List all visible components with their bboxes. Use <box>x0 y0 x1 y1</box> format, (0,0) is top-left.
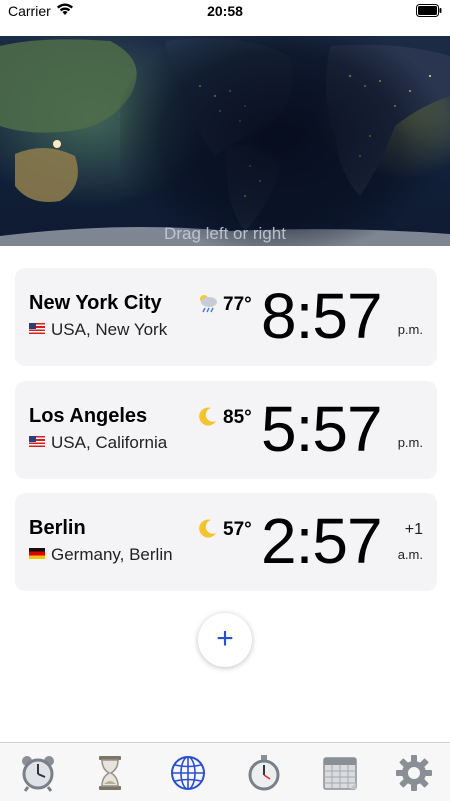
city-time: 2:57 <box>261 505 383 577</box>
city-time: 5:57 <box>261 393 383 465</box>
city-name: New York City <box>29 292 162 314</box>
am-pm-label: a.m. <box>397 547 423 562</box>
us-flag-icon <box>29 323 45 334</box>
city-region: USA, California <box>29 433 167 453</box>
globe-icon <box>171 756 205 790</box>
calendar-icon <box>323 757 357 790</box>
day-offset: +1 <box>404 521 423 538</box>
hourglass-icon <box>99 756 121 790</box>
city-region: USA, New York <box>29 320 167 340</box>
city-card-los-angeles[interactable]: Los Angeles USA, California 85° 5:57 p.m… <box>15 381 437 479</box>
settings-gear-icon <box>396 755 432 791</box>
cloud-rain-sun-icon <box>197 292 219 314</box>
region-label: Germany, Berlin <box>51 545 173 564</box>
battery-icon <box>416 4 442 20</box>
moon-icon <box>197 405 219 427</box>
tab-world-clock[interactable] <box>168 753 208 793</box>
add-city-button[interactable]: + <box>198 613 252 667</box>
city-card-berlin[interactable]: Berlin Germany, Berlin 57° 2:57 +1 a.m. <box>15 493 437 591</box>
city-time: 8:57 <box>261 280 383 352</box>
de-flag-icon <box>29 548 45 559</box>
tab-alarm[interactable] <box>18 753 58 793</box>
am-pm-label: p.m. <box>397 322 423 337</box>
map-drag-hint: Drag left or right <box>164 224 286 243</box>
temperature: 57° <box>223 519 252 540</box>
city-name: Los Angeles <box>29 405 148 427</box>
am-pm-label: p.m. <box>397 435 423 450</box>
region-label: USA, New York <box>51 320 168 339</box>
world-map[interactable]: Drag left or right <box>0 36 450 246</box>
temperature: 77° <box>223 294 252 315</box>
tab-calendar[interactable] <box>320 753 360 793</box>
tab-stopwatch[interactable] <box>244 753 284 793</box>
region-label: USA, California <box>51 433 168 452</box>
tab-bar <box>0 742 450 801</box>
tab-timer[interactable] <box>90 753 130 793</box>
status-bar: Carrier 20:58 <box>0 0 450 22</box>
city-card-new-york[interactable]: New York City USA, New York 77° 8:57 p.m… <box>15 268 437 366</box>
city-name: Berlin <box>29 517 86 539</box>
night-shade <box>120 36 450 246</box>
sun-position-marker <box>53 140 61 148</box>
tab-settings[interactable] <box>394 753 434 793</box>
temperature: 85° <box>223 407 252 428</box>
weather: 57° <box>197 517 252 541</box>
weather: 85° <box>197 405 252 429</box>
stopwatch-icon <box>248 755 280 791</box>
status-time: 20:58 <box>207 3 243 19</box>
alarm-clock-icon <box>22 756 54 792</box>
us-flag-icon <box>29 436 45 447</box>
weather: 77° <box>197 292 252 316</box>
city-region: Germany, Berlin <box>29 545 173 565</box>
moon-icon <box>197 517 219 539</box>
